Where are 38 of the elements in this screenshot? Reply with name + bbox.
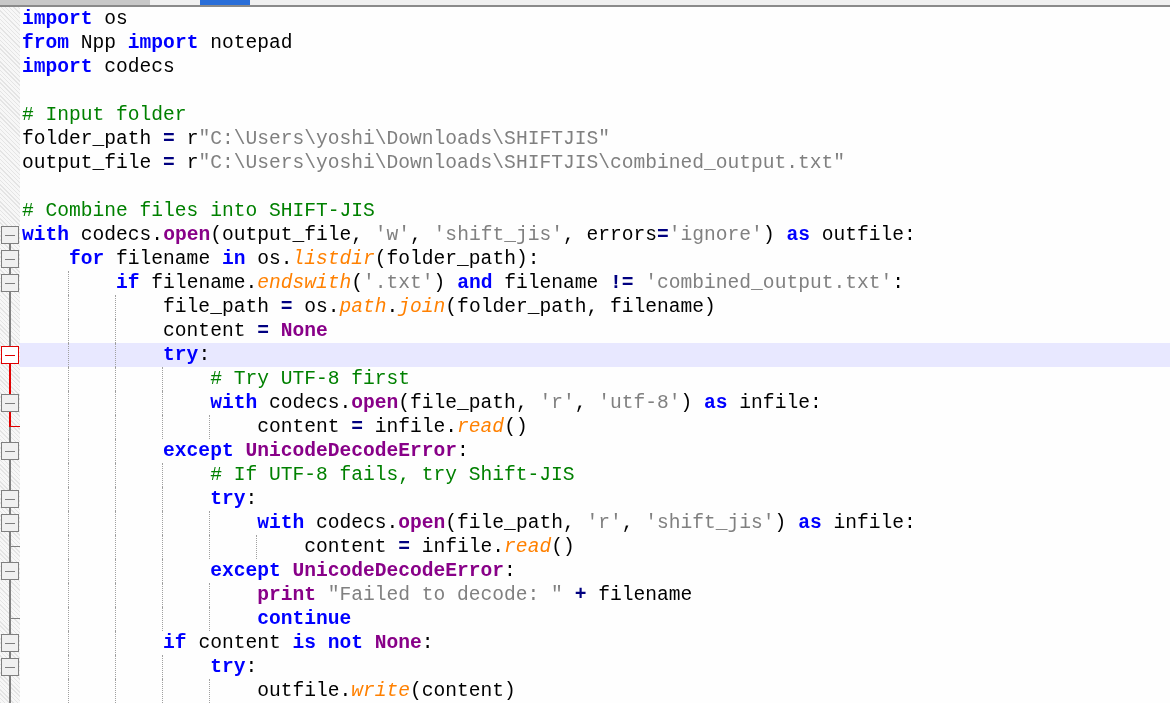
collapse-icon[interactable] <box>1 394 19 412</box>
code-line: # Input folder <box>22 103 187 127</box>
collapse-icon[interactable] <box>1 226 19 244</box>
collapse-icon[interactable] <box>1 634 19 652</box>
collapse-icon[interactable] <box>1 658 19 676</box>
code-line: file_path = os.path.join(folder_path, filename) <box>163 295 716 319</box>
code-line: from Npp import notepad <box>22 31 293 55</box>
code-line: import codecs <box>22 55 175 79</box>
code-line: for filename in os.listdir(folder_path): <box>69 247 540 271</box>
collapse-icon[interactable] <box>1 562 19 580</box>
code-line: print "Failed to decode: " + filename <box>257 583 693 607</box>
collapse-icon[interactable] <box>1 250 19 268</box>
code-line: folder_path = r"C:\Users\yoshi\Downloads\SHIFTJIS" <box>22 127 610 151</box>
collapse-icon[interactable] <box>1 490 19 508</box>
code-line: try: <box>210 487 258 511</box>
code-line: content = infile.read() <box>257 415 528 439</box>
code-line: try: <box>163 343 211 367</box>
code-line: # Combine files into SHIFT-JIS <box>22 199 375 223</box>
collapse-icon[interactable] <box>1 274 19 292</box>
code-line: if filename.endswith('.txt') and filename != 'combined_output.txt': <box>116 271 904 295</box>
code-line: except UnicodeDecodeError: <box>210 559 516 583</box>
code-line: with codecs.open(output_file, 'w', 'shift_jis', errors='ignore') as outfile: <box>22 223 916 247</box>
code-line: with codecs.open(file_path, 'r', 'utf-8') as infile: <box>210 391 822 415</box>
code-line: content = None <box>163 319 328 343</box>
code-line: except UnicodeDecodeError: <box>163 439 469 463</box>
code-line: try: <box>210 655 258 679</box>
collapse-icon[interactable] <box>1 346 19 364</box>
code-line: content = infile.read() <box>304 535 575 559</box>
code-line: if content is not None: <box>163 631 434 655</box>
code-line: # If UTF-8 fails, try Shift-JIS <box>210 463 575 487</box>
code-line: output_file = r"C:\Users\yoshi\Downloads\SHIFTJIS\combined_output.txt" <box>22 151 846 175</box>
code-line: import os <box>22 7 128 31</box>
code-line: # Try UTF-8 first <box>210 367 410 391</box>
collapse-icon[interactable] <box>1 442 19 460</box>
code-line: continue <box>257 607 352 631</box>
code-line: with codecs.open(file_path, 'r', 'shift_jis') as infile: <box>257 511 916 535</box>
code-line: outfile.write(content) <box>257 679 516 703</box>
collapse-icon[interactable] <box>1 514 19 532</box>
